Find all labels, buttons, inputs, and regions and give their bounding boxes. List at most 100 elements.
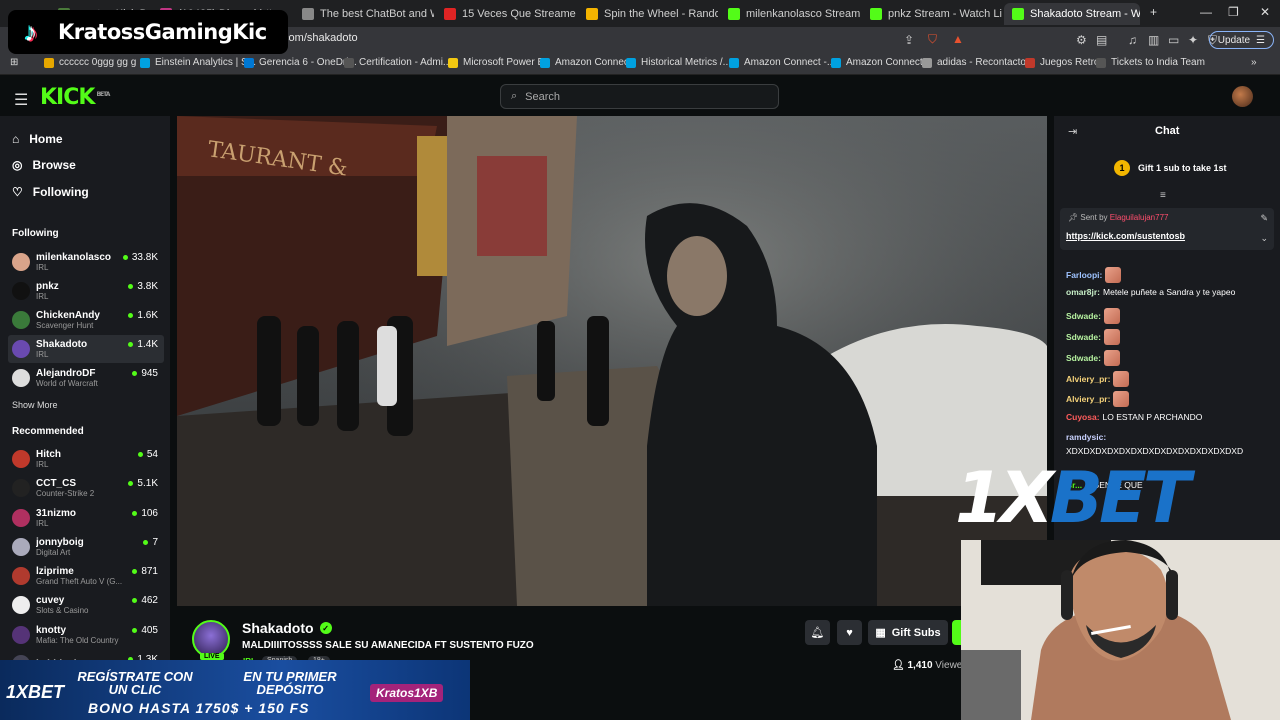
- sidebar-channel-jonnyboig[interactable]: jonnyboig Digital Art 7: [8, 533, 164, 561]
- promo-line-2: EN TU PRIMER DEPÓSITO: [243, 669, 337, 697]
- collapse-chat-icon[interactable]: ⇥: [1068, 125, 1077, 138]
- share-icon[interactable]: ⇪: [904, 33, 914, 47]
- sidebar-channel-cct_cs[interactable]: CCT_CS Counter-Strike 2 5.1K: [8, 474, 164, 502]
- sidebar-channel-knotty[interactable]: knotty Mafia: The Old Country 405: [8, 621, 164, 649]
- chat-message[interactable]: ramdysic:: [1066, 432, 1106, 442]
- bookmark-item[interactable]: Juegos Retro: [1025, 57, 1099, 68]
- chat-username[interactable]: Alviery_pr:: [1066, 374, 1110, 384]
- nav-browse[interactable]: ◎ Browse: [12, 158, 76, 172]
- chat-message[interactable]: Sdwade:: [1066, 329, 1120, 345]
- channel-category: Slots & Casino: [36, 606, 89, 615]
- chat-message[interactable]: Alviery_pr:: [1066, 391, 1130, 407]
- emote-icon: [1113, 371, 1130, 387]
- bookmark-item[interactable]: cccccc 0ggg gg g: [44, 57, 136, 68]
- pinned-sender: Elaguilalujan777: [1109, 213, 1169, 222]
- sidebar-channel-31nizmo[interactable]: 31nizmo IRL 106: [8, 504, 164, 532]
- chat-message[interactable]: Sdwade:: [1066, 308, 1120, 324]
- bookmark-item[interactable]: Certification - Admi...: [344, 57, 451, 68]
- pinned-link[interactable]: https://kick.com/sustentosb: [1066, 231, 1185, 241]
- browser-tab[interactable]: Shakadoto Stream - W✕: [1004, 3, 1140, 25]
- browser-tab[interactable]: The best ChatBot and Widgets: [294, 3, 434, 25]
- chat-message[interactable]: omar8jr: Metele puñete a Sandra y te yape…: [1066, 287, 1235, 297]
- notification-bell-icon[interactable]: 🔔︎: [805, 620, 830, 645]
- gift-leaderboard[interactable]: 1 Gift 1 sub to take 1st: [1114, 160, 1227, 176]
- bookmark-item[interactable]: Amazon Connect -...: [729, 57, 835, 68]
- sidebar-channel-milenkanolasco[interactable]: milenkanolasco IRL 33.8K: [8, 248, 164, 276]
- chevron-down-icon[interactable]: ⌄: [1260, 233, 1268, 244]
- bookmark-item[interactable]: Einstein Analytics | S...: [140, 57, 256, 68]
- chat-username[interactable]: Sdwade:: [1066, 332, 1101, 342]
- browser-tab[interactable]: milenkanolasco Stream - W: [720, 3, 860, 25]
- expand-leaderboard-icon[interactable]: ≡: [1160, 190, 1166, 201]
- minimize-icon[interactable]: —: [1200, 5, 1212, 19]
- chat-username[interactable]: Farloopi:: [1066, 270, 1102, 280]
- brave-shield-icon[interactable]: ⛉: [928, 32, 937, 47]
- pinned-message[interactable]: 📌︎ Sent by Elaguilalujan777 https://kick…: [1060, 208, 1274, 250]
- sidebar-channel-pnkz[interactable]: pnkz IRL 3.8K: [8, 277, 164, 305]
- bookmark-item[interactable]: Microsoft Power BI: [448, 57, 547, 68]
- chat-username[interactable]: omar8jr:: [1066, 287, 1100, 297]
- wallet-icon[interactable]: ▭: [1168, 33, 1179, 47]
- unpin-icon[interactable]: ✎: [1260, 213, 1268, 224]
- bookmark-item[interactable]: Amazon Connect -: [831, 57, 929, 68]
- channel-meta: Shakadoto IRL: [36, 339, 128, 359]
- viewer-count-text: 3.8K: [137, 281, 158, 292]
- search-input[interactable]: ⌕ Search: [500, 84, 779, 109]
- bookmark-item[interactable]: Tickets to India Team: [1096, 57, 1205, 68]
- favorite-heart-icon[interactable]: ♥: [837, 620, 862, 645]
- leo-icon[interactable]: ✦: [1188, 33, 1198, 47]
- sidebar-channel-hitch[interactable]: Hitch IRL 54: [8, 445, 164, 473]
- panel-icon[interactable]: ▥: [1148, 33, 1159, 47]
- bookmarks-overflow-icon[interactable]: »: [1251, 57, 1257, 68]
- chat-message[interactable]: Sdwade:: [1066, 350, 1120, 366]
- update-button[interactable]: Update ☰: [1208, 31, 1274, 49]
- tiktok-overlay: ♪ KratossGamingKic: [8, 10, 288, 54]
- chat-message[interactable]: Alviery_pr:: [1066, 371, 1130, 387]
- bookmark-item[interactable]: Historical Metrics /...: [626, 57, 731, 68]
- browser-tab[interactable]: 15 Veces Que Streamers Fuer: [436, 3, 576, 25]
- channel-viewers: 33.8K: [122, 252, 158, 263]
- nav-following[interactable]: ♡ Following: [12, 185, 89, 199]
- extension-icon[interactable]: ⚙: [1076, 33, 1087, 47]
- gift-subs-button[interactable]: ▦ Gift Subs: [868, 620, 948, 645]
- sidebar-channel-chickenandy[interactable]: ChickenAndy Scavenger Hunt 1.6K: [8, 306, 164, 334]
- bookmark-item[interactable]: Amazon Connect: [540, 57, 632, 68]
- sidebar-channel-alejandrodf[interactable]: AlejandroDF World of Warcraft 945: [8, 364, 164, 392]
- media-icon[interactable]: ♫: [1128, 33, 1137, 47]
- channel-meta: cuvey Slots & Casino: [36, 595, 128, 615]
- sidebar-channel-shakadoto[interactable]: Shakadoto IRL 1.4K: [8, 335, 164, 363]
- new-tab-button[interactable]: +: [1150, 5, 1157, 19]
- chat-username[interactable]: Cuyosa:: [1066, 412, 1100, 422]
- close-window-icon[interactable]: ✕: [1260, 5, 1270, 19]
- chat-message[interactable]: Cuyosa: LO ESTAN P ARCHANDO: [1066, 412, 1202, 422]
- user-avatar[interactable]: [1232, 86, 1253, 107]
- maximize-icon[interactable]: ❐: [1228, 5, 1239, 19]
- show-more-button[interactable]: Show More: [12, 400, 58, 410]
- hamburger-menu-icon[interactable]: ☰: [14, 90, 28, 110]
- bookmark-item[interactable]: adidas - Recontacto...: [922, 57, 1034, 68]
- sidebar-channel-lziprime[interactable]: lziprime Grand Theft Auto V (G... 871: [8, 562, 164, 590]
- bookmark-icon: [922, 57, 932, 68]
- video-player[interactable]: TAURANT &: [177, 116, 1047, 606]
- nav-home[interactable]: ⌂ Home: [12, 132, 63, 146]
- rewards-icon[interactable]: ▲: [952, 32, 964, 46]
- chat-username[interactable]: Sdwade:: [1066, 311, 1101, 321]
- chat-username[interactable]: Alviery_pr:: [1066, 394, 1110, 404]
- chat-username[interactable]: ramdysic:: [1066, 432, 1106, 442]
- kick-logo[interactable]: KICK BETA: [40, 85, 110, 110]
- url-field[interactable]: .com/shakadoto: [280, 32, 358, 44]
- chat-message[interactable]: XDXDXDXDXDXDXDXDXDXDXDXDXDXDXD: [1066, 446, 1243, 456]
- streamer-name[interactable]: Shakadoto ✓: [242, 620, 332, 636]
- viewer-count-text: 1.4K: [137, 339, 158, 350]
- tab-label: Spin the Wheel - Random P: [604, 8, 718, 20]
- live-dot-icon: [143, 540, 149, 545]
- chat-username[interactable]: Sdwade:: [1066, 353, 1101, 363]
- heart-icon: ♡: [12, 185, 23, 199]
- sidebar-toggle-icon[interactable]: ▤: [1096, 33, 1107, 47]
- browser-tab[interactable]: pnkz Stream - Watch Live: [862, 3, 1002, 25]
- browser-tab[interactable]: Spin the Wheel - Random P: [578, 3, 718, 25]
- sidebar-channel-cuvey[interactable]: cuvey Slots & Casino 462: [8, 591, 164, 619]
- apps-icon[interactable]: ⊞: [10, 57, 18, 68]
- bookmark-item[interactable]: Gerencia 6 - OneDri...: [244, 57, 357, 68]
- chat-message[interactable]: Farloopi:: [1066, 267, 1122, 283]
